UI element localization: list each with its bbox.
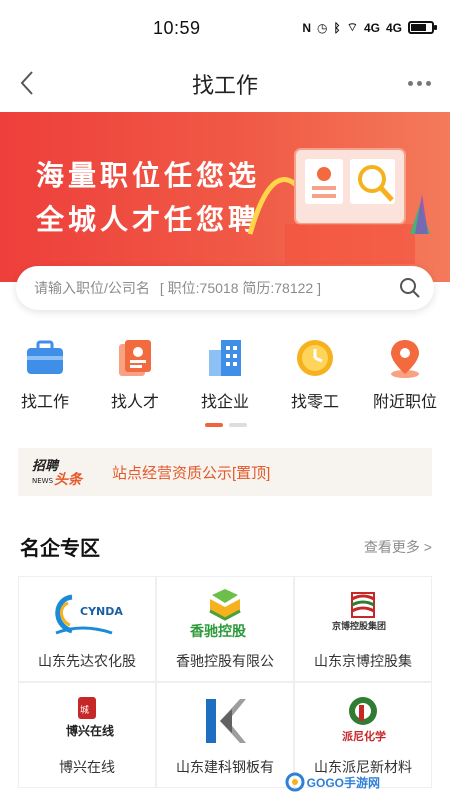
location-pin-icon <box>391 340 419 378</box>
quick-item-find-company[interactable]: 找企业 <box>180 336 270 416</box>
status-bar: 10:59 N ◷ ᛒ ⌔ 4G 4G <box>0 0 450 56</box>
nfc-icon: N <box>302 20 311 35</box>
search-box[interactable]: 请输入职位/公司名 [ 职位:75018 简历:78122 ] <box>16 266 434 310</box>
quick-label: 找工作 <box>20 394 69 411</box>
view-more-link[interactable]: 查看更多 > <box>364 537 432 557</box>
quick-label: 找零工 <box>290 394 339 411</box>
xiangchi-logo: 香驰控股 <box>189 589 247 639</box>
more-button[interactable] <box>402 70 436 96</box>
nav-bar: 找工作 <box>0 56 450 110</box>
search-input[interactable]: 请输入职位/公司名 <box>34 278 150 298</box>
promo-banner[interactable]: 海量职位任您选 全城人才任您聘 <box>0 112 450 282</box>
company-card[interactable]: K 山东建科钢板有 <box>156 682 294 788</box>
battery-icon <box>408 21 437 34</box>
news-headline-logo: 招聘 NEWS 头条 <box>32 458 84 488</box>
clock-icon <box>297 340 333 376</box>
company-card[interactable]: 城 博兴在线 博兴在线 <box>18 682 156 788</box>
page-indicator <box>205 423 247 427</box>
search-stats: [ 职位:75018 简历:78122 ] <box>159 280 321 296</box>
signal-1-icon: 4G <box>363 20 380 35</box>
company-logo-text: K <box>180 695 181 696</box>
jingbo-logo: 京博控股集团 <box>332 592 386 632</box>
page-dot-inactive <box>229 423 247 427</box>
resume-icon <box>119 340 151 376</box>
banner-illustration <box>247 148 430 264</box>
signal-2-icon: 4G <box>385 20 402 35</box>
news-bar[interactable]: 招聘 NEWS 头条 站点经营资质公示[置顶] <box>18 448 432 496</box>
page-dot-active <box>205 423 223 427</box>
banner-line-1: 海量职位任您选 <box>36 160 261 191</box>
jianke-steel-logo: K <box>180 695 246 743</box>
quick-item-nearby-jobs[interactable]: 附近职位 <box>360 336 450 416</box>
news-logo-news: NEWS <box>32 477 54 485</box>
cynda-logo: CYNDA <box>55 594 123 635</box>
status-icons: N ◷ ᛒ ⌔ 4G 4G <box>302 20 437 35</box>
company-card[interactable]: 香驰控股 香驰控股有限公 <box>156 576 294 682</box>
boxing-online-logo: 城 博兴在线 <box>66 697 114 738</box>
wifi-icon: ⌔ <box>346 20 358 34</box>
paini-chemical-logo: 派尼化学 <box>342 697 386 743</box>
page-title: 找工作 <box>191 73 258 98</box>
status-time: 10:59 <box>153 18 201 38</box>
more-dot <box>416 80 422 86</box>
news-logo-bottom: 头条 <box>54 471 84 488</box>
company-logo-text: CYNDA <box>80 605 123 618</box>
quick-label: 找人才 <box>110 394 159 411</box>
company-logo-text: 博兴在线 <box>66 723 114 738</box>
company-name: 山东京博控股集 <box>314 653 412 669</box>
news-headline[interactable]: 站点经营资质公示[置顶] <box>112 462 270 483</box>
banner-line-2: 全城人才任您聘 <box>36 204 261 235</box>
company-grid: CYNDA 山东先达农化股 香驰控股 香驰控股有限公 京博控股集团 山东京博控股… <box>18 576 432 788</box>
svg-text:城: 城 <box>80 705 89 716</box>
company-logo-text: 京博控股集团 <box>332 620 386 632</box>
alarm-icon: ◷ <box>317 20 328 35</box>
gogo-logo-icon <box>285 772 305 792</box>
company-logo-text: 香驰控股 <box>189 623 247 639</box>
company-name: 博兴在线 <box>59 759 115 775</box>
quick-label: 找企业 <box>200 394 249 411</box>
watermark: GOGO手游网 <box>285 772 380 792</box>
quick-item-find-gig[interactable]: 找零工 <box>270 336 360 416</box>
company-name: 香驰控股有限公 <box>176 653 274 669</box>
more-dot <box>407 80 413 86</box>
company-card[interactable]: CYNDA 山东先达农化股 <box>18 576 156 682</box>
company-logo-text: 派尼化学 <box>342 729 386 743</box>
quick-item-find-talent[interactable]: 找人才 <box>90 336 180 416</box>
watermark-text: GOGO手游网 <box>306 775 380 790</box>
company-name: 山东先达农化股 <box>38 653 136 669</box>
quick-label: 附近职位 <box>372 394 437 411</box>
quick-menu: 找工作 找人才 找企业 找零工 附近职位 <box>0 336 450 416</box>
briefcase-icon <box>27 340 63 374</box>
company-card[interactable]: 京博控股集团 山东京博控股集 <box>294 576 432 682</box>
building-icon <box>209 340 241 376</box>
company-name: 山东建科钢板有 <box>176 759 274 775</box>
bluetooth-icon: ᛒ <box>333 20 341 35</box>
section-title: 名企专区 <box>20 538 100 560</box>
more-dot <box>425 80 431 86</box>
search-icon[interactable] <box>398 276 422 300</box>
quick-item-find-job[interactable]: 找工作 <box>0 336 90 416</box>
